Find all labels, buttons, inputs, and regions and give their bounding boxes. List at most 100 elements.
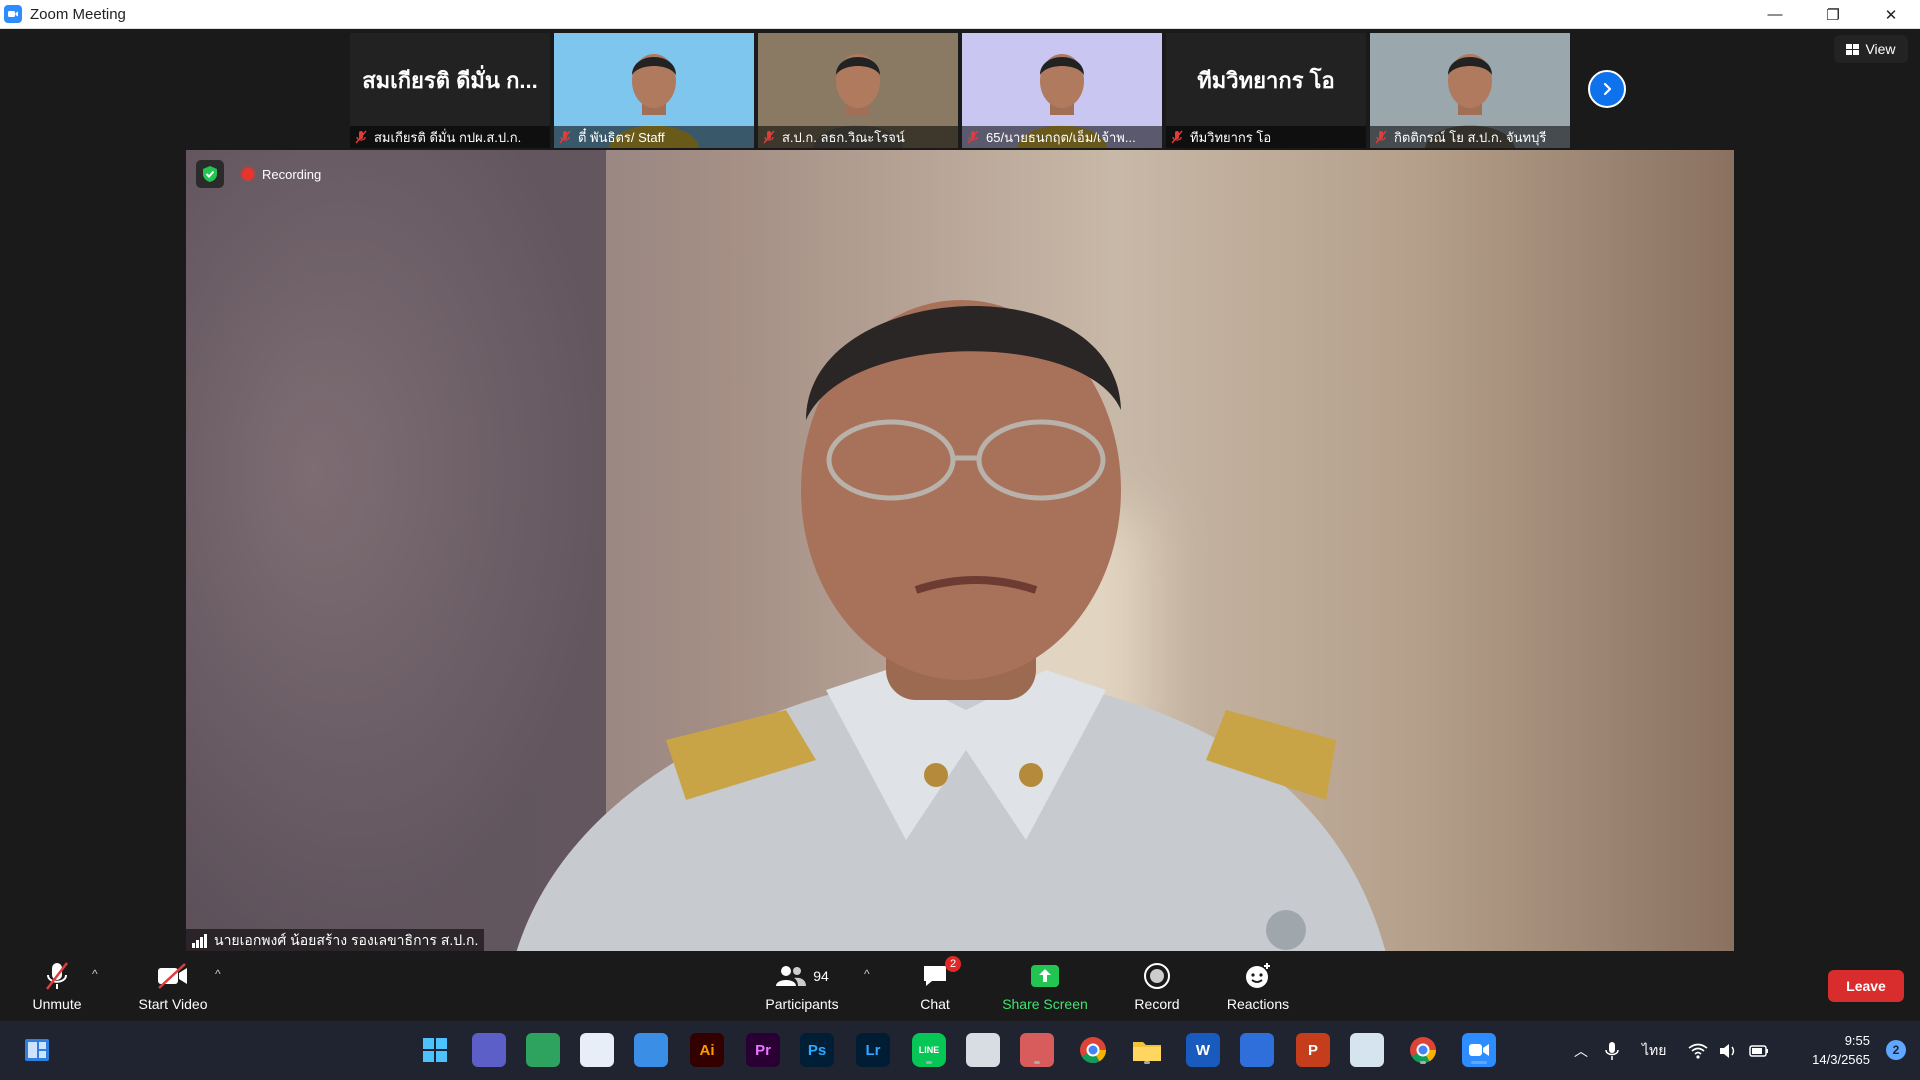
participant-tile[interactable]: ตี๋ พันธิตร/ Staff [554, 33, 754, 148]
participant-name-tag: 65/นายธนกฤต/เอ็ม/เจ้าพ... [962, 126, 1162, 148]
word-icon[interactable]: W [1186, 1033, 1220, 1067]
minimize-button[interactable]: — [1746, 0, 1804, 29]
title-bar: Zoom Meeting — ❐ ✕ [0, 0, 1920, 29]
next-page-button[interactable] [1588, 70, 1626, 108]
illustrator-icon[interactable]: Ai [690, 1033, 724, 1067]
active-speaker-video[interactable]: Recording นายเอกพงศ์ น้อยสร้าง รองเลขาธิ… [186, 150, 1734, 953]
store-icon[interactable] [580, 1033, 614, 1067]
record-dot-icon [242, 168, 254, 180]
mic-muted-icon [763, 130, 775, 144]
leave-button[interactable]: Leave [1828, 970, 1904, 1002]
recording-indicator: Recording [196, 160, 329, 188]
reactions-label: Reactions [1226, 996, 1290, 1012]
share-screen-icon [1031, 965, 1059, 987]
chrome-alt-icon[interactable] [1406, 1033, 1440, 1067]
notification-count-badge[interactable]: 2 [1886, 1040, 1906, 1060]
speaker-name-tag: นายเอกพงศ์ น้อยสร้าง รองเลขาธิการ ส.ป.ก. [186, 929, 485, 953]
teams-chat-icon[interactable] [472, 1033, 506, 1067]
mic-muted-icon [46, 962, 68, 990]
input-language[interactable]: ไทย [1642, 1040, 1666, 1062]
participant-tile[interactable]: ทีมวิทยากร โอ ทีมวิทยากร โอ [1166, 33, 1366, 148]
restore-button[interactable]: ❐ [1804, 0, 1862, 29]
participant-display-name: สมเกียรติ ดีมั่น ก... [362, 68, 538, 93]
participant-name-tag: ตี๋ พันธิตร/ Staff [554, 126, 754, 148]
window-title: Zoom Meeting [30, 5, 126, 23]
app-label: Lr [865, 1041, 881, 1059]
system-tray: ︿ ไทย [1568, 1021, 1770, 1080]
chat-label: Chat [920, 996, 950, 1012]
start-video-label: Start Video [138, 996, 208, 1012]
app-label: Ps [807, 1041, 827, 1059]
powerpoint-icon[interactable]: P [1296, 1033, 1330, 1067]
video-options-caret-icon[interactable]: ^ [215, 967, 221, 981]
chat-unread-badge: 2 [945, 956, 961, 972]
participants-button[interactable]: 94 Participants [752, 951, 852, 1021]
view-label: View [1865, 41, 1896, 57]
battery-icon[interactable] [1748, 1043, 1770, 1059]
zoom-icon[interactable] [1462, 1033, 1496, 1067]
grid-icon [1846, 43, 1860, 55]
speaker-image [516, 300, 1386, 953]
participant-tile[interactable]: กิตติกรณ์ โย ส.ป.ก. จันทบุรี [1370, 33, 1570, 148]
start-video-button[interactable]: Start Video [130, 951, 216, 1021]
close-button[interactable]: ✕ [1862, 0, 1920, 29]
participants-label: Participants [765, 996, 839, 1012]
explorer-icon[interactable] [1130, 1033, 1164, 1067]
line-icon[interactable]: LINE [912, 1033, 946, 1067]
wifi-icon[interactable] [1688, 1043, 1708, 1059]
record-button[interactable]: Record [1122, 951, 1192, 1021]
running-indicator [1420, 1061, 1426, 1064]
video-off-icon [158, 963, 187, 989]
zoom-app-icon [4, 5, 22, 23]
participant-name-tag: ทีมวิทยากร โอ [1166, 126, 1366, 148]
monitor-icon[interactable] [1350, 1033, 1384, 1067]
recording-status[interactable]: Recording [234, 163, 329, 186]
reactions-smiley-icon [1246, 963, 1270, 988]
participant-name-tag: กิตติกรณ์ โย ส.ป.ก. จันทบุรี [1370, 126, 1570, 148]
clock-time: 9:55 [1844, 1033, 1870, 1048]
start-icon[interactable] [418, 1033, 452, 1067]
taskbar-clock[interactable]: 9:55 14/3/2565 [1812, 1031, 1870, 1069]
participant-name: สมเกียรติ ดีมั่น กปผ.ส.ป.ก. [374, 129, 522, 145]
recording-label: Recording [262, 166, 322, 182]
audio-options-caret-icon[interactable]: ^ [92, 967, 98, 981]
meeting-toolbar: Unmute ^ Start Video ^ 94 Participants ^… [0, 951, 1920, 1021]
running-indicator [1034, 1061, 1040, 1064]
widgets-icon[interactable] [20, 1033, 54, 1067]
running-indicator [1144, 1061, 1150, 1064]
unmute-button[interactable]: Unmute [22, 951, 92, 1021]
participant-name-tag: สมเกียรติ ดีมั่น กปผ.ส.ป.ก. [350, 126, 550, 148]
mic-muted-icon [1171, 130, 1183, 144]
participant-tile[interactable]: สมเกียรติ ดีมั่น ก... สมเกียรติ ดีมั่น กป… [350, 33, 550, 148]
participant-tile[interactable]: 65/นายธนกฤต/เอ็ม/เจ้าพ... [962, 33, 1162, 148]
volume-icon[interactable] [1718, 1043, 1738, 1059]
photoshop-icon[interactable]: Ps [800, 1033, 834, 1067]
chrome-icon[interactable] [1076, 1033, 1110, 1067]
mic-muted-icon [1375, 130, 1387, 144]
running-indicator [1471, 1061, 1487, 1064]
speaker-name: นายเอกพงศ์ น้อยสร้าง รองเลขาธิการ ส.ป.ก. [214, 932, 479, 948]
browser-icon[interactable] [1240, 1033, 1274, 1067]
notes-icon[interactable] [526, 1033, 560, 1067]
outlook-icon[interactable] [634, 1033, 668, 1067]
snipping-icon[interactable] [1020, 1033, 1054, 1067]
view-button[interactable]: View [1834, 35, 1908, 63]
participants-count: 94 [813, 968, 829, 984]
show-hidden-icons-chevron-icon[interactable]: ︿ [1568, 1041, 1594, 1061]
screen-icon[interactable] [966, 1033, 1000, 1067]
chevron-right-icon [1603, 82, 1612, 96]
reactions-button[interactable]: Reactions [1218, 951, 1298, 1021]
participants-options-caret-icon[interactable]: ^ [864, 967, 870, 981]
signal-strength-icon [192, 934, 207, 948]
microphone-icon[interactable] [1604, 1041, 1620, 1061]
participant-name: 65/นายธนกฤต/เอ็ม/เจ้าพ... [986, 129, 1136, 145]
mic-muted-icon [967, 130, 979, 144]
participant-tile[interactable]: ส.ป.ก. ลธก.วิณะโรจน์ [758, 33, 958, 148]
encryption-shield-icon[interactable] [196, 160, 224, 188]
premiere-icon[interactable]: Pr [746, 1033, 780, 1067]
chat-button[interactable]: 2 Chat [905, 951, 965, 1021]
participant-name: ทีมวิทยากร โอ [1190, 129, 1272, 145]
share-screen-button[interactable]: Share Screen [995, 951, 1095, 1021]
windows-taskbar: Ai Pr Ps Lr LINE W P ︿ ไทย 9:55 14/3/2565 2 [0, 1021, 1920, 1080]
lightroom-icon[interactable]: Lr [856, 1033, 890, 1067]
